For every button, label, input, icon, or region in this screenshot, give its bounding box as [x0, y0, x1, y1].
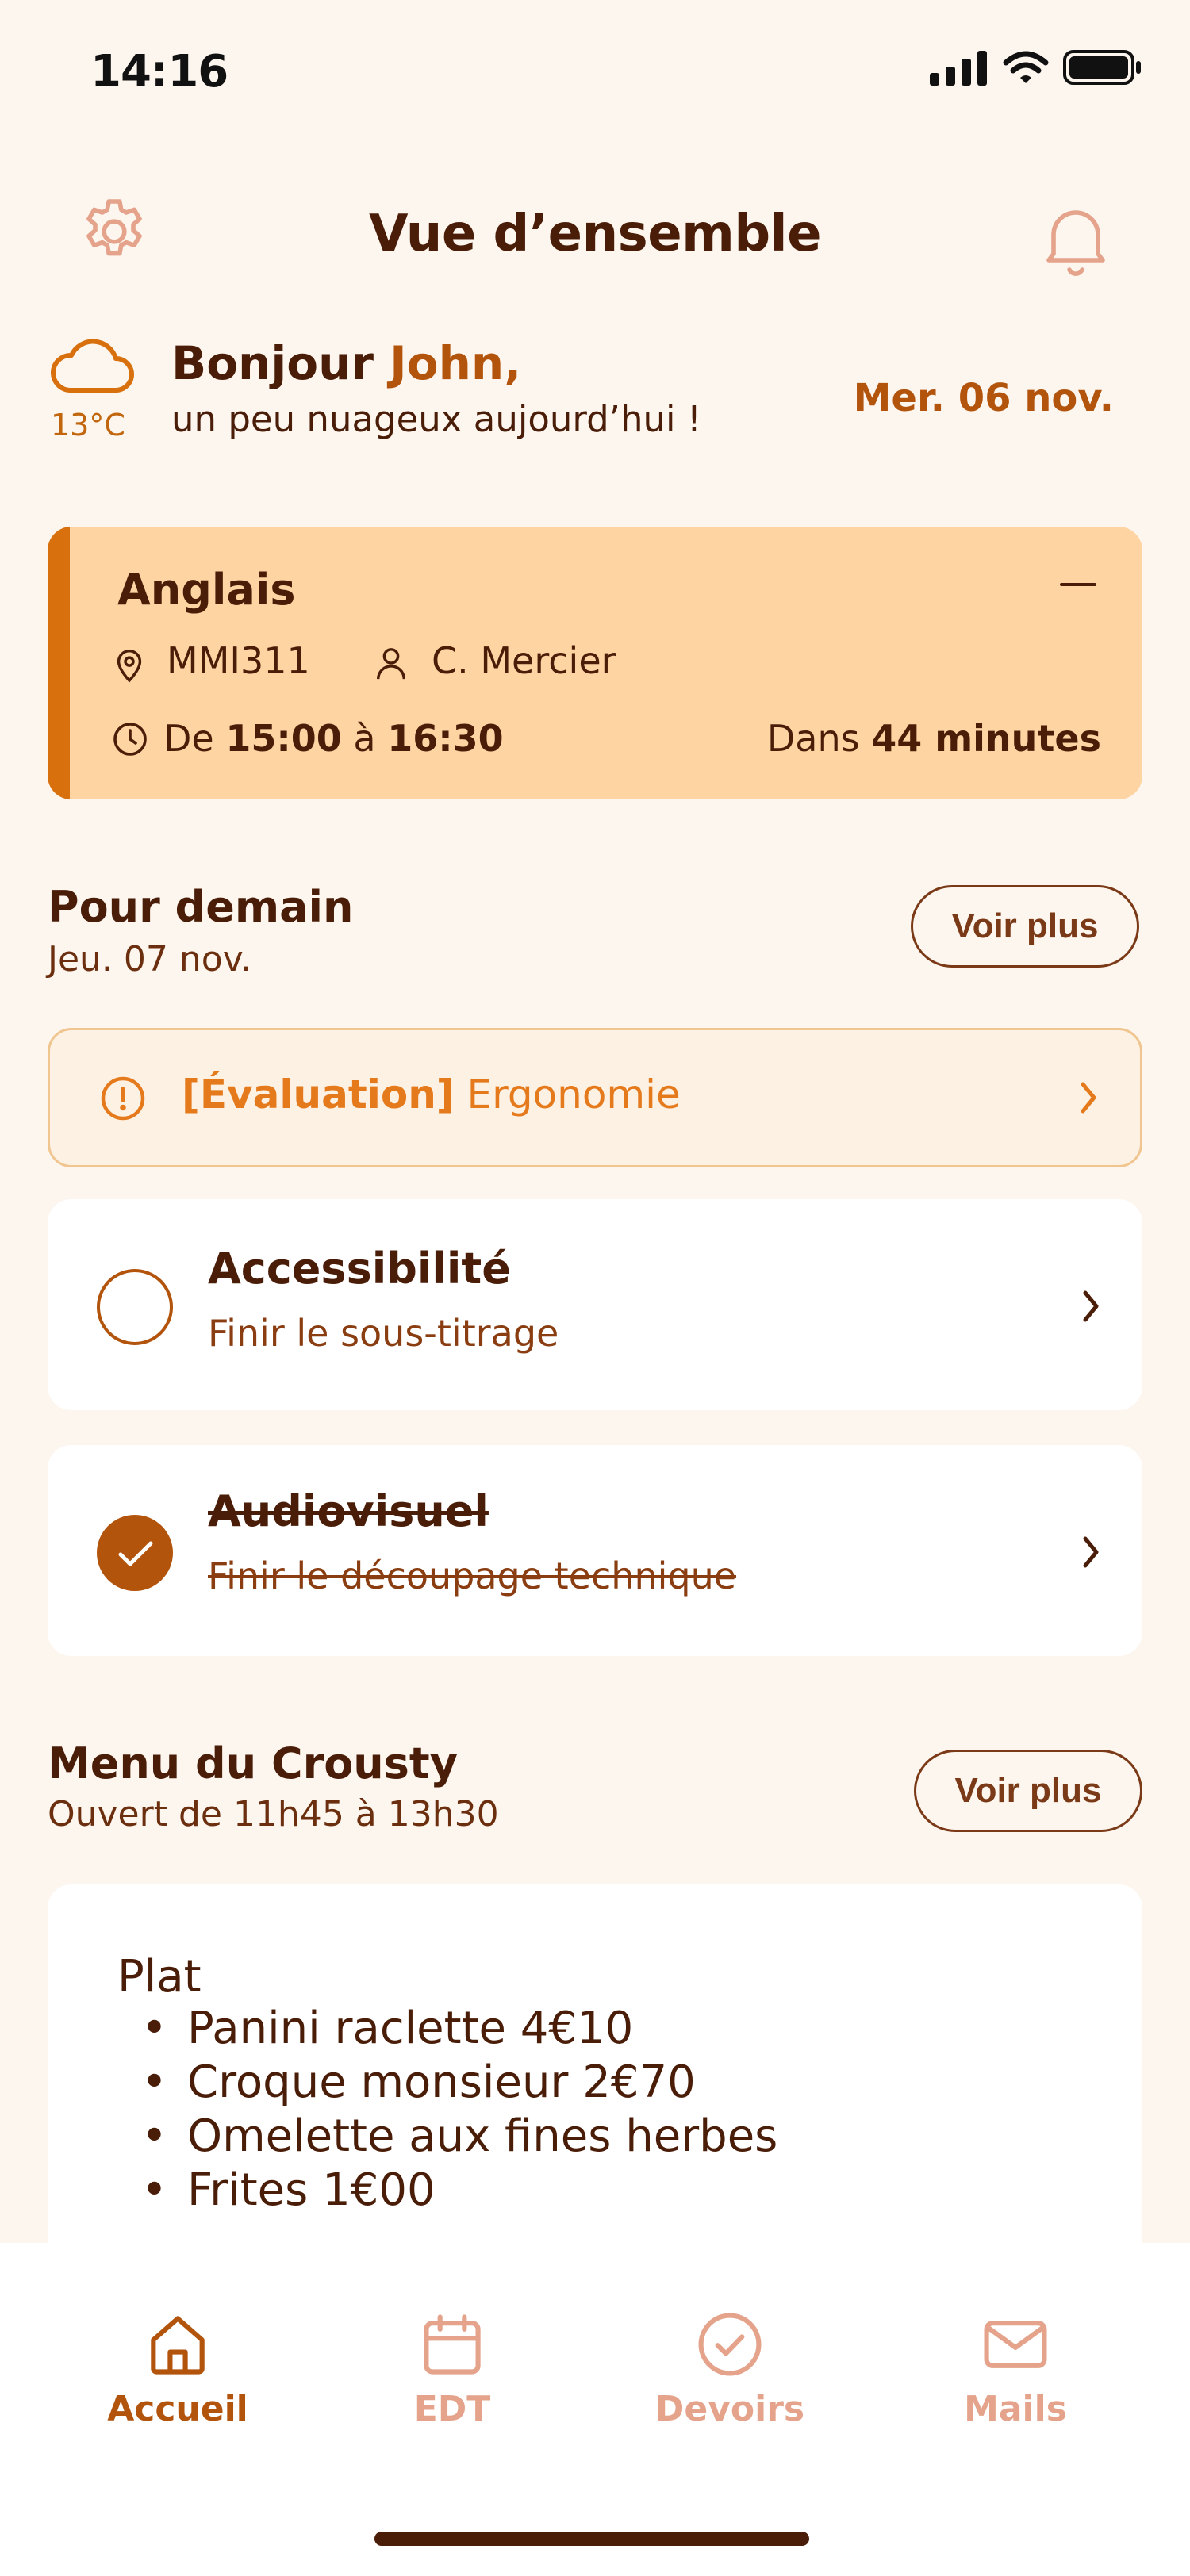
menu-item: Frites 1€00 [141, 2164, 777, 2218]
evaluation-subject: Ergonomie [454, 1071, 681, 1117]
countdown-value: 44 minutes [871, 717, 1101, 760]
task-description: Finir le sous-titrage [208, 1312, 559, 1355]
course-teacher: C. Mercier [432, 639, 616, 682]
menu-section-heading: Plat [117, 1951, 202, 2003]
menu-item: Croque monsieur 2€70 [141, 2056, 777, 2110]
crousty-hours: Ouvert de 11h45 à 13h30 [48, 1794, 499, 1834]
menu-item: Omelette aux fines herbes [141, 2110, 777, 2164]
menu-item: Panini raclette 4€10 [141, 2002, 777, 2056]
task-card-audiovisuel[interactable]: Audiovisuel Finir le découpage technique [48, 1445, 1142, 1656]
evaluation-tag: [Évaluation] [182, 1071, 455, 1117]
cloud-icon [49, 332, 136, 395]
course-countdown: Dans 44 minutes [767, 717, 1101, 760]
course-name: Anglais [117, 565, 296, 615]
course-room: MMI311 [167, 639, 310, 682]
course-time: De 15:00 à 16:30 [163, 717, 504, 760]
tab-mails[interactable]: Mails [920, 2308, 1111, 2429]
person-icon [373, 644, 409, 687]
tab-devoirs[interactable]: Devoirs [635, 2308, 825, 2429]
home-indicator [374, 2532, 809, 2546]
course-accent-bar [48, 527, 70, 799]
status-icons [930, 49, 1142, 86]
battery-icon [1063, 50, 1141, 85]
evaluation-item[interactable]: [Évaluation] Ergonomie [48, 1028, 1142, 1167]
task-checkbox[interactable] [97, 1269, 173, 1345]
minus-icon [1060, 583, 1096, 586]
page-title: Vue d’ensemble [369, 205, 821, 263]
greeting-title: Bonjour John, [171, 336, 521, 390]
chevron-right-icon [1079, 1286, 1103, 1329]
task-description: Finir le découpage technique [208, 1554, 737, 1597]
greeting-hello: Bonjour [171, 336, 390, 390]
temperature: 13°C [51, 408, 125, 443]
task-title: Accessibilité [208, 1244, 511, 1294]
crousty-see-more-button[interactable]: Voir plus [914, 1750, 1142, 1832]
bottom-tab-bar: Accueil EDT Devoirs Mails [0, 2243, 1190, 2576]
task-title: Audiovisuel [208, 1486, 489, 1536]
chevron-right-icon [1079, 1532, 1103, 1575]
tomorrow-see-more-button[interactable]: Voir plus [911, 885, 1139, 968]
calendar-icon [424, 2314, 481, 2375]
mail-icon [984, 2321, 1047, 2368]
wifi-icon [1003, 51, 1049, 83]
tab-accueil[interactable]: Accueil [83, 2308, 273, 2429]
chevron-right-icon [1077, 1078, 1100, 1121]
home-icon [151, 2316, 205, 2375]
task-card-accessibilite[interactable]: Accessibilité Finir le sous-titrage [48, 1199, 1142, 1410]
collapse-button[interactable] [1060, 577, 1096, 587]
checkmark-icon [118, 1541, 153, 1566]
course-time-prefix: De [163, 717, 226, 760]
status-time: 14:16 [90, 46, 228, 98]
today-date: Mer. 06 nov. [853, 376, 1114, 420]
tab-label: Accueil [107, 2389, 248, 2429]
tab-edt[interactable]: EDT [357, 2308, 547, 2429]
bell-icon [1046, 210, 1105, 276]
alert-circle-icon [99, 1075, 147, 1125]
evaluation-label: [Évaluation] Ergonomie [182, 1071, 681, 1117]
tab-label: Mails [964, 2389, 1067, 2429]
notifications-button[interactable] [1038, 200, 1114, 279]
tab-label: EDT [413, 2389, 491, 2429]
tomorrow-date: Jeu. 07 nov. [48, 939, 252, 979]
countdown-prefix: Dans [766, 717, 872, 760]
course-end: 16:30 [387, 717, 504, 760]
current-course-card[interactable]: Anglais MMI311 C. Mercier De 15:00 à 16:… [48, 527, 1142, 799]
weather-description: un peu nuageux aujourd’hui ! [171, 398, 701, 440]
tomorrow-section-title: Pour demain [48, 882, 354, 932]
signal-icon [930, 51, 987, 86]
menu-list: Panini raclette 4€10 Croque monsieur 2€7… [141, 2002, 777, 2218]
course-start: 15:00 [225, 717, 342, 760]
course-time-mid: à [341, 717, 388, 760]
check-circle-icon [698, 2313, 762, 2376]
task-checkbox-checked[interactable] [97, 1515, 173, 1591]
user-name: John, [390, 336, 522, 390]
clock-icon [111, 720, 149, 761]
crousty-section-title: Menu du Crousty [48, 1738, 458, 1788]
location-pin-icon [111, 644, 148, 687]
crousty-menu-card: Plat Panini raclette 4€10 Croque monsieu… [48, 1884, 1142, 2265]
tab-label: Devoirs [654, 2389, 805, 2429]
